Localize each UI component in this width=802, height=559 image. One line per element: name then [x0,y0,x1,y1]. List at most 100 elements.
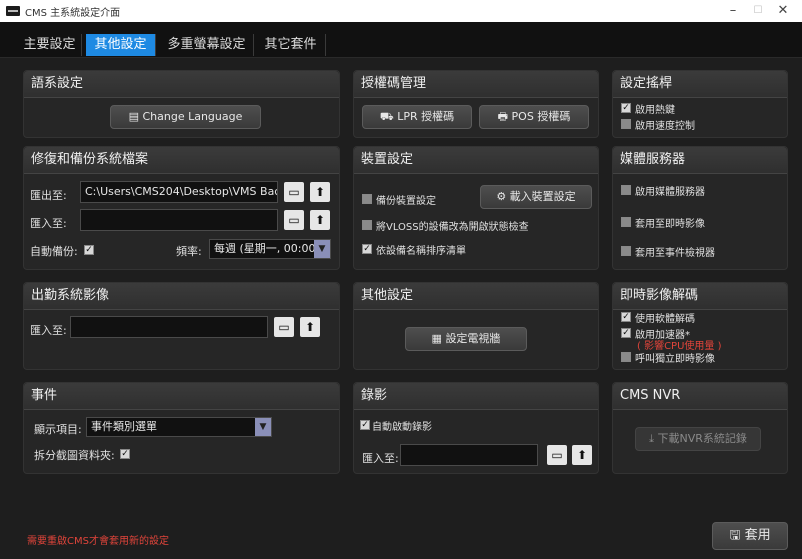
software-decode-checkbox[interactable]: ✓ [621,312,631,322]
pos-terminal-icon: 🖶 [497,110,512,123]
download-nvr-log-label: 下載NVR系統記錄 [657,432,747,445]
auto-record-label: 自動啟動錄影 [372,422,432,433]
chevron-down-icon: ▼ [314,240,330,258]
license-panel: 授權碼管理 ⛟ LPR 授權碼 🖶 POS 授權碼 [353,70,599,138]
grid-icon: ▦ [431,332,446,345]
close-button[interactable]: ✕ [772,2,794,20]
language-panel-title: 語系設定 [24,71,339,98]
media-server-panel: 媒體服務器 啟用媒體服務器 套用至即時影像 套用至事件檢視器 [612,146,788,270]
tv-wall-label: 設定電視牆 [445,332,501,345]
accelerator-checkbox[interactable]: ✓ [621,328,631,338]
recording-panel-title: 錄影 [354,383,598,410]
export-label: 匯出至: [30,189,67,202]
media-server-panel-title: 媒體服務器 [613,147,787,174]
attendance-browse-folder-icon[interactable]: ▭ [274,317,294,337]
license-panel-title: 授權碼管理 [354,71,598,98]
split-folder-label: 拆分截圖資料夾: [34,449,115,462]
save-icon: 🖫 [729,528,745,543]
restart-notice: 需要重啟CMS才會套用新的設定 [27,536,169,547]
vloss-checkbox[interactable] [362,220,372,230]
speed-control-checkbox[interactable] [621,119,631,129]
media-server-checkbox[interactable] [621,185,631,195]
tv-wall-button[interactable]: ▦ 設定電視牆 [405,327,527,351]
tab-main-settings[interactable]: 主要設定 [18,34,82,56]
record-import-label: 匯入至: [362,452,399,465]
import-browse-folder-icon[interactable]: ▭ [284,210,304,230]
joystick-panel: 設定搖桿 ✓ 啟用熱鍵 啟用速度控制 [612,70,788,138]
display-item-dropdown[interactable]: 事件類別選單 ▼ [86,417,272,437]
attendance-import-label: 匯入至: [30,324,67,337]
apply-label: 套用 [744,528,771,543]
joystick-panel-title: 設定搖桿 [613,71,787,98]
apply-button[interactable]: 🖫 套用 [712,522,788,550]
gear-icon: ⚙ [496,190,510,203]
backup-panel: 修復和備份系統檔案 匯出至: C:\Users\CMS204\Desktop\V… [23,146,340,270]
language-icon: ▤ [128,110,143,123]
frequency-value: 每週 (星期一, 00:00) [214,242,320,255]
vloss-label: 將VLOSS的設備改為開啟狀態檢查 [376,222,529,233]
backup-panel-title: 修復和備份系統檔案 [24,147,339,174]
nvr-panel: CMS NVR ⤓ 下載NVR系統記錄 [612,382,788,474]
import-path-input[interactable] [80,209,278,231]
split-folder-checkbox[interactable]: ✓ [120,449,130,459]
backup-device-label: 備份裝置設定 [376,196,436,207]
speed-control-label: 啟用速度控制 [635,121,695,132]
export-path-input[interactable]: C:\Users\CMS204\Desktop\VMS Backup [80,181,278,203]
sort-by-name-label: 依設備名稱排序清單 [376,246,466,257]
export-upload-icon[interactable]: ⬆ [310,182,330,202]
tab-other-settings[interactable]: 其他設定 [86,34,156,56]
language-panel: 語系設定 ▤ Change Language [23,70,340,138]
display-item-label: 顯示項目: [34,423,82,436]
popup-live-label: 呼叫獨立即時影像 [635,354,715,365]
attendance-upload-icon[interactable]: ⬆ [300,317,320,337]
export-browse-folder-icon[interactable]: ▭ [284,182,304,202]
hotkey-label: 啟用熱鍵 [635,105,675,116]
lpr-license-label: LPR 授權碼 [397,110,455,123]
load-device-settings-label: 載入裝置設定 [509,190,576,203]
chevron-down-icon: ▼ [255,418,271,436]
decode-panel-title: 即時影像解碼 [613,283,787,310]
media-server-label: 啟用媒體服務器 [635,187,705,198]
auto-backup-label: 自動備份: [30,245,78,258]
backup-device-checkbox[interactable] [362,194,372,204]
tab-other-plugins[interactable]: 其它套件 [256,34,326,56]
import-upload-icon[interactable]: ⬆ [310,210,330,230]
lpr-license-button[interactable]: ⛟ LPR 授權碼 [362,105,472,129]
auto-backup-checkbox[interactable]: ✓ [84,245,94,255]
apply-live-checkbox[interactable] [621,217,631,227]
change-language-button[interactable]: ▤ Change Language [110,105,261,129]
record-import-input[interactable] [400,444,538,466]
frequency-dropdown[interactable]: 每週 (星期一, 00:00) ▼ [209,239,331,259]
software-decode-label: 使用軟體解碼 [635,314,695,325]
attendance-panel-title: 出勤系統影像 [24,283,339,310]
minimize-button[interactable]: – [722,2,744,20]
apply-live-label: 套用至即時影像 [635,219,705,230]
import-label: 匯入至: [30,217,67,230]
auto-record-checkbox[interactable]: ✓ [360,420,370,430]
popup-live-checkbox[interactable] [621,352,631,362]
sort-by-name-checkbox[interactable]: ✓ [362,244,372,254]
tab-multi-screen[interactable]: 多重螢幕設定 [160,34,254,56]
pos-license-button[interactable]: 🖶 POS 授權碼 [479,105,589,129]
event-panel: 事件 顯示項目: 事件類別選單 ▼ 拆分截圖資料夾: ✓ [23,382,340,474]
other-settings-panel-title: 其他設定 [354,283,598,310]
attendance-panel: 出勤系統影像 匯入至: ▭ ⬆ [23,282,340,370]
load-device-settings-button[interactable]: ⚙ 載入裝置設定 [480,185,592,209]
decode-panel: 即時影像解碼 ✓ 使用軟體解碼 ✓ 啟用加速器* ( 影響CPU使用量 ) 呼叫… [612,282,788,370]
device-panel-title: 裝置設定 [354,147,598,174]
window-title: CMS 主系統設定介面 [25,8,121,19]
change-language-label: Change Language [142,110,243,123]
record-upload-icon[interactable]: ⬆ [572,445,592,465]
nvr-panel-title: CMS NVR [613,383,787,410]
event-panel-title: 事件 [24,383,339,410]
download-nvr-log-button[interactable]: ⤓ 下載NVR系統記錄 [635,427,761,451]
maximize-button[interactable]: ☐ [747,2,769,20]
title-bar: CMS 主系統設定介面 – ☐ ✕ [0,0,802,22]
record-browse-folder-icon[interactable]: ▭ [547,445,567,465]
pos-license-label: POS 授權碼 [511,110,571,123]
attendance-import-input[interactable] [70,316,268,338]
hotkey-checkbox[interactable]: ✓ [621,103,631,113]
app-logo-icon [6,6,20,16]
other-settings-panel: 其他設定 ▦ 設定電視牆 [353,282,599,370]
apply-event-checkbox[interactable] [621,246,631,256]
